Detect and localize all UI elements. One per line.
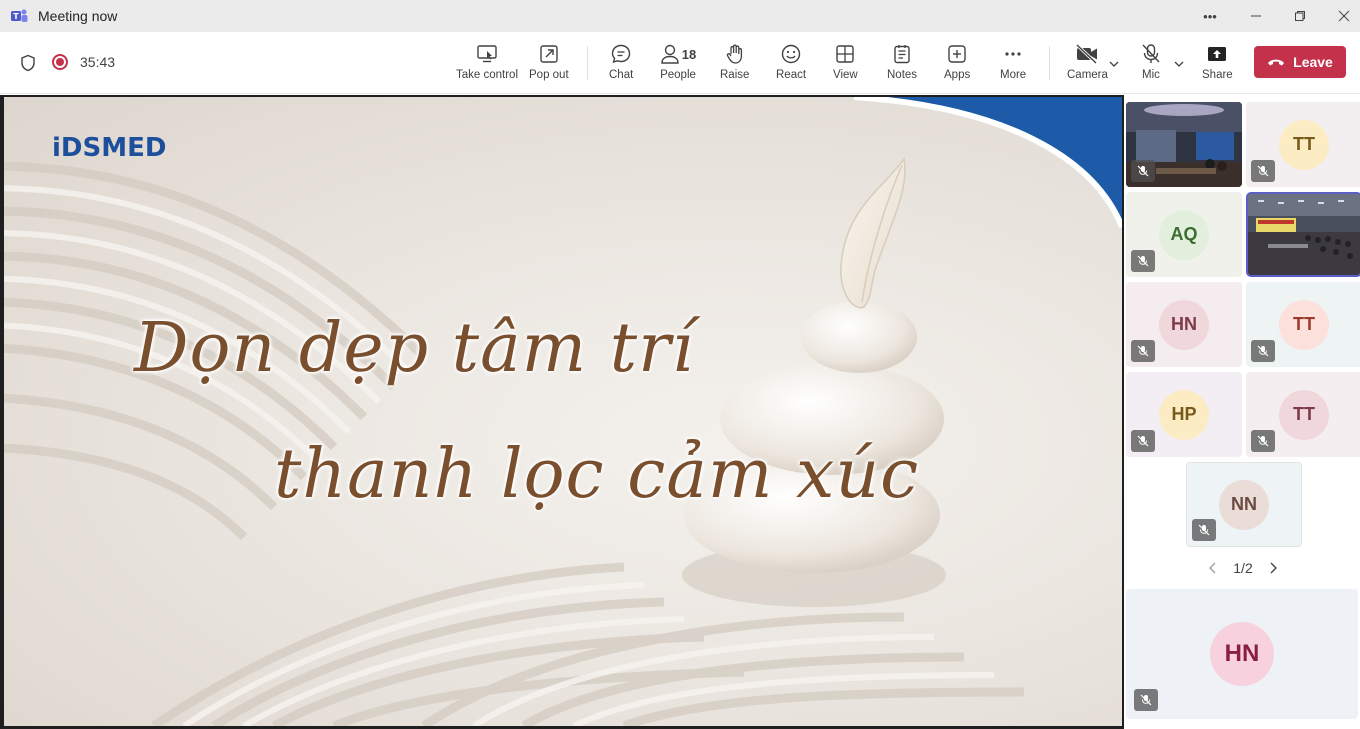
chat-button[interactable]: Chat [609,42,633,88]
share-button[interactable]: Share [1202,42,1233,88]
slide-headline-line2: thanh lọc cảm xúc [274,435,920,514]
take-control-icon [475,42,499,66]
view-button[interactable]: View [833,42,858,88]
more-options-icon[interactable]: ••• [1188,0,1232,32]
chat-icon [609,42,633,66]
take-control-button[interactable]: Take control [456,42,518,88]
pop-out-button[interactable]: Pop out [529,42,569,88]
page-indicator: 1/2 [1233,560,1253,576]
muted-mic-icon [1134,689,1158,711]
avatar: HP [1159,389,1209,440]
pop-out-icon [537,42,561,66]
idsmed-logo: iDSMED [52,133,167,163]
meeting-hall-video [1248,194,1360,275]
participant-tile-video-speaking[interactable] [1246,192,1360,277]
people-button[interactable]: 18 People [658,42,698,88]
meeting-toolbar: 35:43 Take control Pop out Chat 18 Peopl… [0,32,1360,94]
muted-mic-icon [1192,519,1216,541]
participant-tile[interactable]: TT [1246,372,1360,457]
raise-hand-button[interactable]: Raise [720,42,749,88]
leave-button[interactable]: Leave [1254,46,1346,78]
participant-tile[interactable]: HP [1126,372,1242,457]
muted-mic-icon [1251,160,1275,182]
muted-mic-icon [1131,340,1155,362]
restore-button[interactable] [1278,0,1322,32]
share-icon [1205,42,1229,66]
people-count: 18 [681,46,697,62]
avatar: NN [1219,479,1269,530]
camera-off-icon [1075,42,1099,66]
muted-mic-icon [1131,430,1155,452]
apps-button[interactable]: Apps [944,42,970,88]
mic-off-icon [1139,42,1163,66]
shield-icon[interactable] [19,54,37,72]
more-button[interactable]: More [1000,42,1026,88]
smiley-icon [779,42,803,66]
avatar: HN [1210,622,1274,686]
participant-tile[interactable]: AQ [1126,192,1242,277]
camera-options-chevron-icon[interactable] [1108,58,1120,70]
gallery-pager: 1/2 [1208,559,1278,577]
add-app-icon [945,42,969,66]
participant-tile-video[interactable] [1126,102,1242,187]
avatar: TT [1279,119,1329,170]
notes-icon [890,42,914,66]
chevron-left-icon[interactable] [1208,562,1218,574]
notes-button[interactable]: Notes [887,42,917,88]
mic-button[interactable]: Mic [1139,42,1163,88]
participant-tile[interactable]: TT [1246,282,1360,367]
muted-mic-icon [1251,340,1275,362]
toolbar-divider [587,46,588,80]
avatar: AQ [1159,209,1209,260]
sand-background-illustration [4,97,1122,726]
window-title: Meeting now [38,8,118,24]
title-bar: T Meeting now ••• [0,0,1360,32]
svg-text:T: T [13,12,19,21]
minimize-button[interactable] [1234,0,1278,32]
participants-panel: TT AQ HN TT HP TT NN HN [1124,95,1360,729]
teams-logo-icon: T [11,9,28,22]
avatar: TT [1279,389,1329,440]
slide-headline-line1: Dọn dẹp tâm trí [134,309,695,388]
camera-button[interactable]: Camera [1067,42,1108,88]
meeting-timer: 35:43 [80,54,116,70]
toolbar-divider [1049,46,1050,80]
participant-tile[interactable]: NN [1186,462,1302,547]
shared-content-stage: iDSMED Dọn dẹp tâm trí thanh lọc cảm xúc [0,95,1124,729]
recording-icon [52,54,68,70]
shared-slide: iDSMED Dọn dẹp tâm trí thanh lọc cảm xúc [4,97,1122,726]
more-icon [1001,42,1025,66]
mic-options-chevron-icon[interactable] [1173,58,1185,70]
react-button[interactable]: React [776,42,806,88]
chevron-right-icon[interactable] [1268,562,1278,574]
muted-mic-icon [1131,250,1155,272]
muted-mic-icon [1251,430,1275,452]
grid-view-icon [833,42,857,66]
close-button[interactable] [1322,0,1360,32]
participant-tile[interactable]: TT [1246,102,1360,187]
raise-hand-icon [723,42,747,66]
muted-mic-icon [1131,160,1155,182]
people-icon [661,44,679,64]
avatar: HN [1159,299,1209,350]
phone-hangup-icon [1268,59,1285,66]
participant-tile[interactable]: HN [1126,282,1242,367]
self-view-tile[interactable]: HN [1126,589,1358,719]
avatar: TT [1279,299,1329,350]
